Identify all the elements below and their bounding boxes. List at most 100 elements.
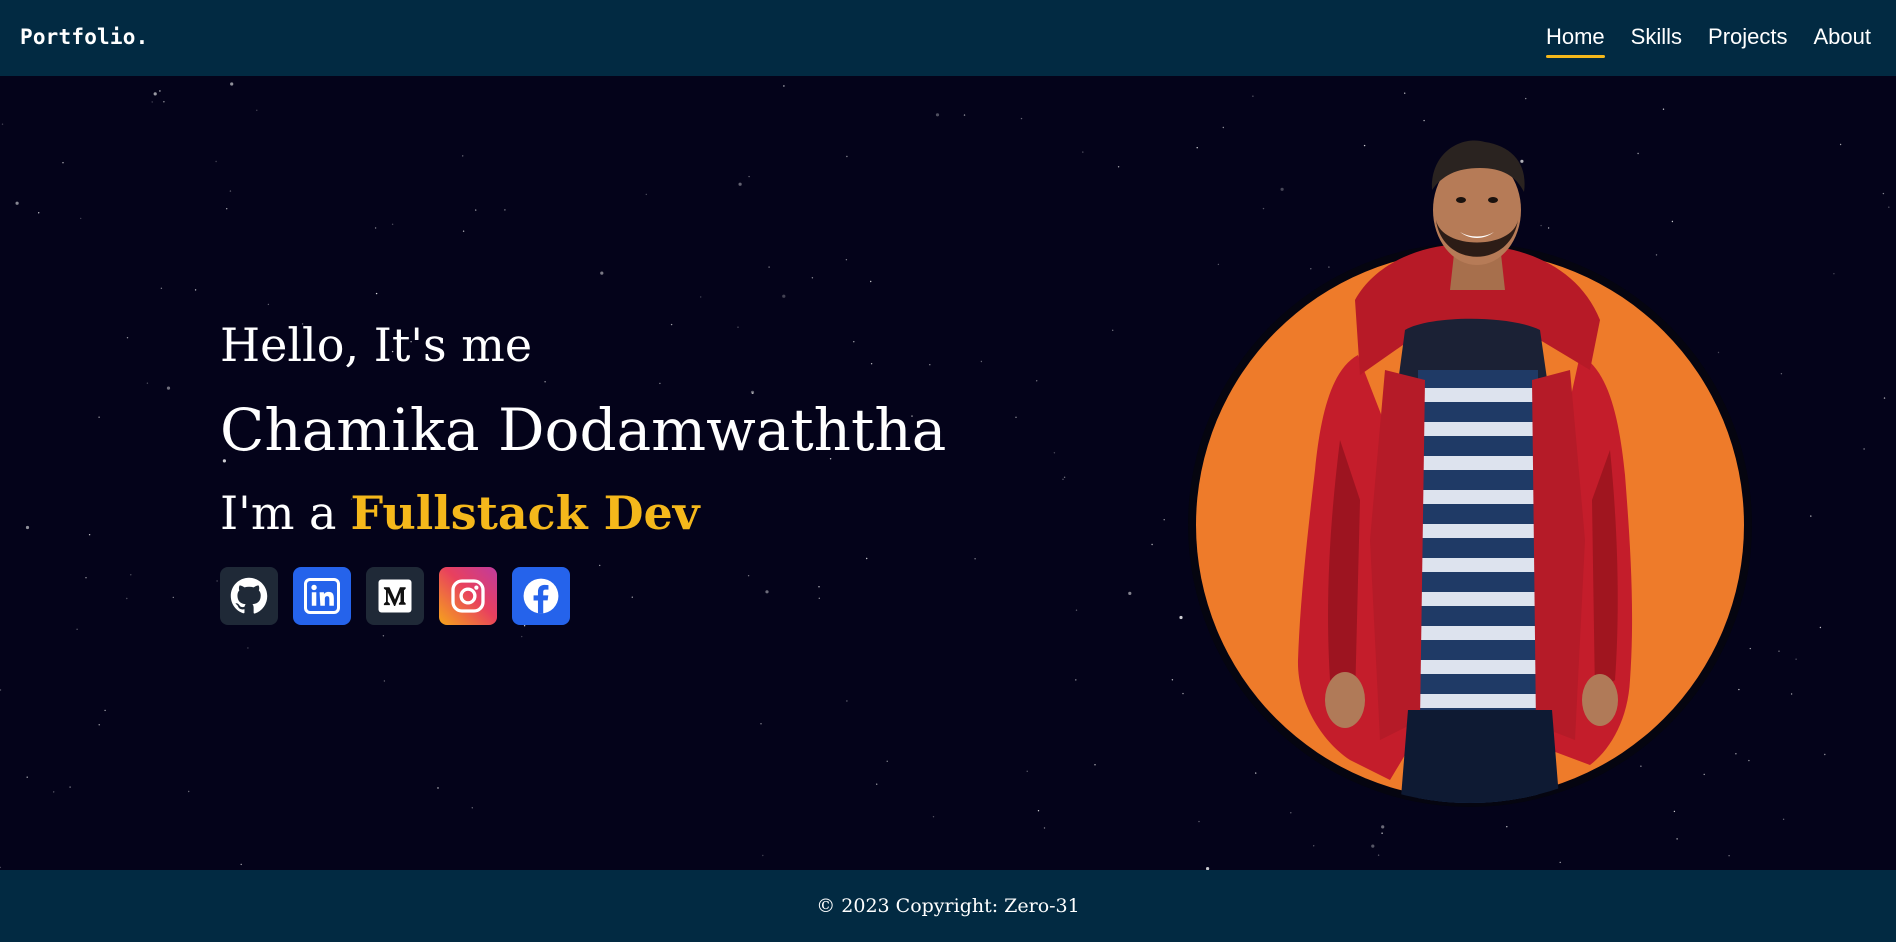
star bbox=[1171, 679, 1174, 681]
star bbox=[768, 266, 770, 268]
star bbox=[1381, 832, 1383, 834]
star bbox=[188, 790, 190, 793]
star bbox=[1, 123, 4, 125]
github-link[interactable] bbox=[220, 567, 278, 625]
star bbox=[980, 360, 983, 363]
nav-link-about[interactable]: About bbox=[1801, 22, 1885, 58]
star bbox=[504, 209, 506, 211]
star bbox=[645, 193, 647, 196]
star bbox=[1883, 397, 1886, 399]
star bbox=[523, 625, 526, 627]
star bbox=[437, 787, 439, 789]
star bbox=[762, 854, 764, 857]
hero-role-prefix: I'm a bbox=[220, 486, 337, 540]
star bbox=[1778, 650, 1780, 652]
footer-copyright: © 2023 Copyright: Zero-31 bbox=[816, 895, 1080, 917]
star bbox=[1252, 95, 1254, 97]
star bbox=[98, 724, 100, 726]
star bbox=[153, 92, 157, 96]
star bbox=[1151, 543, 1153, 546]
star bbox=[230, 82, 234, 86]
nav-link-projects[interactable]: Projects bbox=[1695, 22, 1800, 58]
medium-icon bbox=[378, 579, 412, 613]
star bbox=[738, 182, 742, 186]
navbar: Portfolio. Home Skills Projects About bbox=[0, 0, 1896, 76]
star bbox=[163, 101, 165, 103]
star bbox=[1112, 329, 1114, 331]
star bbox=[0, 689, 2, 691]
star bbox=[229, 190, 232, 192]
brand-logo[interactable]: Portfolio. bbox=[20, 25, 148, 49]
star bbox=[159, 90, 161, 92]
star bbox=[26, 776, 28, 778]
star bbox=[1222, 126, 1225, 129]
linkedin-icon bbox=[304, 578, 340, 614]
star bbox=[0, 866, 1, 869]
star bbox=[1423, 119, 1425, 122]
star bbox=[160, 287, 163, 289]
github-icon bbox=[230, 577, 268, 614]
nav-link-home[interactable]: Home bbox=[1533, 22, 1618, 58]
nav-link-skills[interactable]: Skills bbox=[1618, 22, 1695, 58]
star bbox=[1824, 753, 1826, 756]
star bbox=[1839, 143, 1842, 146]
star bbox=[1026, 770, 1028, 772]
star bbox=[15, 201, 19, 205]
hero-greeting: Hello, It's me bbox=[220, 318, 533, 372]
medium-link[interactable] bbox=[366, 567, 424, 625]
star bbox=[382, 635, 385, 637]
facebook-link[interactable] bbox=[512, 567, 570, 625]
star bbox=[1043, 827, 1046, 829]
star bbox=[1075, 679, 1077, 681]
star bbox=[846, 700, 848, 702]
facebook-icon bbox=[523, 578, 559, 614]
star bbox=[1381, 825, 1385, 829]
star bbox=[1676, 838, 1678, 840]
star bbox=[240, 863, 242, 866]
instagram-link[interactable] bbox=[439, 567, 497, 625]
star bbox=[462, 155, 464, 157]
star bbox=[1506, 826, 1508, 828]
star bbox=[172, 596, 174, 599]
star bbox=[1313, 845, 1315, 847]
star bbox=[216, 580, 218, 582]
star bbox=[25, 525, 30, 530]
star bbox=[1525, 97, 1527, 100]
star bbox=[1020, 117, 1023, 120]
star bbox=[1063, 476, 1066, 478]
star bbox=[1075, 609, 1078, 611]
star bbox=[130, 574, 132, 576]
star bbox=[126, 337, 129, 339]
star bbox=[1053, 452, 1056, 454]
star bbox=[1833, 273, 1835, 275]
star bbox=[38, 212, 40, 214]
star bbox=[462, 230, 465, 232]
star bbox=[1888, 206, 1890, 208]
star bbox=[98, 416, 100, 418]
star bbox=[845, 259, 848, 261]
star bbox=[876, 783, 878, 785]
star bbox=[1782, 818, 1785, 820]
star bbox=[104, 709, 106, 712]
star bbox=[375, 292, 378, 295]
star bbox=[1780, 373, 1783, 375]
page: Portfolio. Home Skills Projects About He… bbox=[0, 0, 1896, 942]
hero-intro: Hello, It's me Chamika Dodamwaththa I'm … bbox=[220, 315, 946, 625]
star bbox=[783, 85, 785, 87]
star bbox=[935, 113, 940, 117]
star bbox=[267, 303, 270, 306]
star bbox=[870, 280, 872, 283]
star bbox=[215, 160, 217, 163]
star bbox=[85, 577, 87, 579]
star bbox=[1810, 515, 1812, 517]
star bbox=[1377, 854, 1380, 856]
star bbox=[1795, 658, 1797, 660]
star bbox=[811, 277, 814, 279]
star bbox=[475, 209, 477, 211]
star bbox=[963, 114, 966, 116]
star bbox=[1728, 855, 1730, 857]
star bbox=[1371, 844, 1375, 848]
star bbox=[1015, 416, 1017, 418]
star bbox=[226, 208, 228, 210]
linkedin-link[interactable] bbox=[293, 567, 351, 625]
